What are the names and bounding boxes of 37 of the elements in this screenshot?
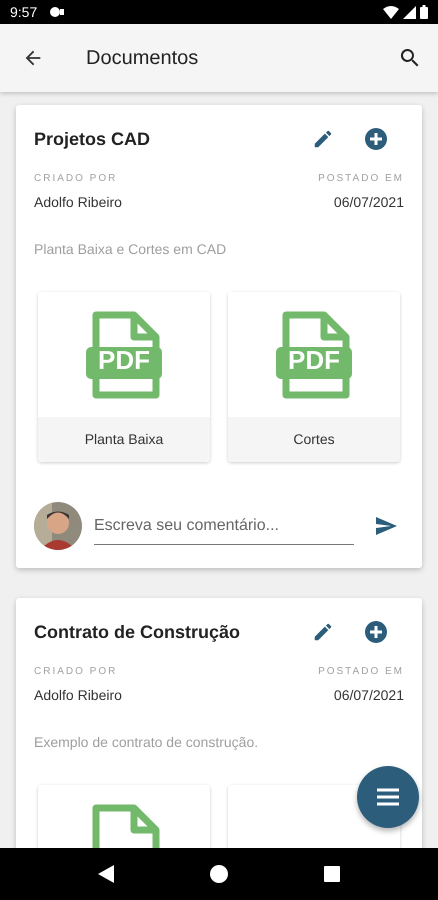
attachment-name: Planta Baixa xyxy=(38,417,210,462)
circle-icon xyxy=(210,865,228,883)
document-title: Contrato de Construção xyxy=(34,620,240,644)
battery-icon xyxy=(420,5,428,19)
document-title: Projetos CAD xyxy=(34,128,150,151)
status-time: 9:57 xyxy=(10,2,38,22)
triangle-icon xyxy=(98,865,114,883)
comment-field[interactable]: Escreva seu comentário... xyxy=(94,508,354,544)
screen-title: Documentos xyxy=(86,46,198,71)
meta-label: CRIADO POR xyxy=(34,172,118,186)
add-button[interactable] xyxy=(362,618,390,646)
attachment-tile[interactable]: PDF Planta Baixa xyxy=(38,292,210,462)
author-name: Adolfo Ribeiro xyxy=(34,686,122,705)
signal-icon xyxy=(403,6,416,18)
camera-icon xyxy=(49,6,66,18)
meta-label: POSTADO EM xyxy=(318,172,404,186)
send-icon xyxy=(374,514,398,538)
square-icon xyxy=(324,866,340,882)
add-button[interactable] xyxy=(362,125,390,153)
meta-label: CRIADO POR xyxy=(34,665,118,679)
meta-label: POSTADO EM xyxy=(318,665,404,679)
author-name: Adolfo Ribeiro xyxy=(34,193,122,212)
post-date: 06/07/2021 xyxy=(332,193,404,212)
plus-circle-icon xyxy=(364,620,388,644)
recents-button[interactable] xyxy=(322,864,342,884)
wifi-icon xyxy=(383,6,399,18)
pencil-icon xyxy=(312,128,334,150)
menu-icon xyxy=(377,788,399,806)
attachment-name: Cortes xyxy=(228,417,400,462)
home-button[interactable] xyxy=(208,863,230,885)
pencil-icon xyxy=(312,621,334,643)
plus-circle-icon xyxy=(364,127,388,151)
nav-back-button[interactable] xyxy=(96,863,116,885)
document-description: Planta Baixa e Cortes em CAD xyxy=(34,240,228,259)
document-description: Exemplo de contrato de construção. xyxy=(34,733,260,752)
post-date: 06/07/2021 xyxy=(332,686,404,705)
attachment-tile[interactable]: PDF Cortes xyxy=(228,292,400,462)
